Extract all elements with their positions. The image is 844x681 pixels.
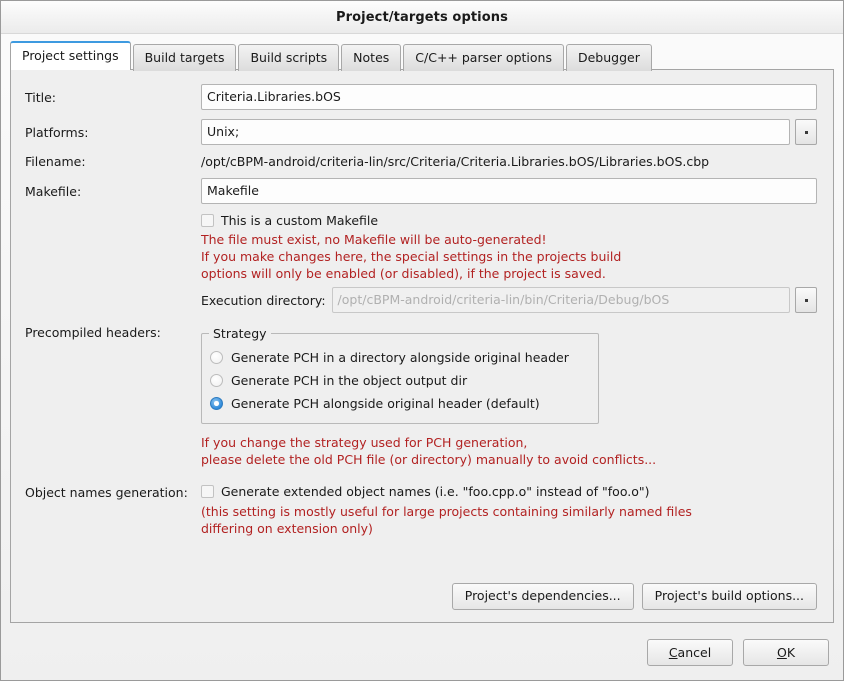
tab-build-scripts[interactable]: Build scripts — [238, 44, 340, 71]
makefile-label: Makefile: — [25, 183, 82, 199]
tab-cpp-parser-options[interactable]: C/C++ parser options — [403, 44, 564, 71]
strategy-option-label: Generate PCH alongside original header (… — [231, 396, 540, 411]
makefile-warning-line-3: options will only be enabled (or disable… — [201, 266, 606, 281]
custom-makefile-label: This is a custom Makefile — [221, 213, 379, 228]
strategy-option-label: Generate PCH in the object output dir — [231, 373, 468, 388]
object-names-checkbox-label: Generate extended object names (i.e. "fo… — [221, 484, 650, 499]
makefile-row: Makefile: Makefile — [25, 178, 817, 204]
platforms-row: Platforms: Unix; — [25, 119, 817, 145]
cancel-mnemonic: C — [668, 644, 678, 660]
tab-debugger[interactable]: Debugger — [565, 44, 652, 71]
object-names-checkbox[interactable] — [201, 485, 214, 498]
radio-button[interactable] — [210, 374, 223, 387]
pch-warning-line-2: please delete the old PCH file (or direc… — [201, 452, 657, 467]
radio-button[interactable] — [210, 351, 223, 364]
tab-build-targets[interactable]: Build targets — [132, 44, 237, 71]
strategy-option-directory-alongside[interactable]: Generate PCH in a directory alongside or… — [210, 346, 588, 369]
tab-label: C/C++ parser options — [415, 50, 552, 65]
dialog-footer: Cancel OK — [1, 624, 843, 680]
object-names-checkbox-row[interactable]: Generate extended object names (i.e. "fo… — [201, 484, 817, 499]
execution-directory-row: Execution directory: /opt/cBPM-android/c… — [201, 287, 817, 313]
project-build-options-button[interactable]: Project's build options... — [641, 583, 817, 610]
object-names-note-line-1: (this setting is mostly useful for large… — [201, 504, 692, 519]
strategy-option-label: Generate PCH in a directory alongside or… — [231, 350, 569, 365]
title-input[interactable]: Criteria.Libraries.bOS — [201, 84, 817, 110]
tab-label: Project settings — [22, 48, 119, 63]
tab-project-settings[interactable]: Project settings — [10, 41, 131, 70]
ok-mnemonic: O — [776, 644, 787, 660]
dialog-title: Project/targets options — [336, 9, 508, 25]
makefile-warning-line-2: If you make changes here, the special se… — [201, 249, 622, 264]
strategy-option-object-output-dir[interactable]: Generate PCH in the object output dir — [210, 369, 588, 392]
tab-label: Build targets — [144, 50, 225, 65]
panel-action-buttons: Project's dependencies... Project's buil… — [25, 583, 817, 612]
platforms-input[interactable]: Unix; — [201, 119, 790, 145]
platforms-label: Platforms: — [25, 124, 89, 140]
object-names-area: Generate extended object names (i.e. "fo… — [201, 484, 817, 537]
strategy-groupbox: Strategy Generate PCH in a directory alo… — [201, 326, 599, 424]
ok-label-rest: K — [786, 644, 796, 660]
makefile-input[interactable]: Makefile — [201, 178, 817, 204]
precompiled-headers-label: Precompiled headers: — [25, 325, 161, 340]
title-row: Title: Criteria.Libraries.bOS — [25, 84, 817, 110]
object-names-note-line-2: differing on extension only) — [201, 521, 373, 536]
tab-label: Build scripts — [250, 50, 328, 65]
makefile-options-group: This is a custom Makefile The file must … — [201, 213, 817, 313]
tab-label: Debugger — [577, 50, 640, 65]
tab-notes[interactable]: Notes — [341, 44, 402, 71]
tab-bar: Project settings Build targets Build scr… — [1, 34, 843, 71]
execution-directory-input[interactable]: /opt/cBPM-android/criteria-lin/bin/Crite… — [331, 287, 790, 313]
execution-directory-label: Execution directory: — [201, 292, 326, 308]
execution-directory-browse-button[interactable] — [795, 287, 817, 313]
ellipsis-icon — [804, 130, 808, 134]
precompiled-headers-row: Precompiled headers: Strategy Generate P… — [25, 321, 817, 468]
cancel-label-rest: ancel — [677, 644, 712, 660]
dialog-titlebar: Project/targets options — [1, 1, 843, 34]
radio-button-selected[interactable] — [210, 397, 223, 410]
project-settings-panel: Title: Criteria.Libraries.bOS Platforms:… — [10, 69, 834, 623]
object-names-label: Object names generation: — [25, 485, 188, 500]
custom-makefile-checkbox[interactable] — [201, 214, 214, 227]
cancel-button[interactable]: Cancel — [647, 638, 733, 666]
platforms-browse-button[interactable] — [795, 119, 817, 145]
ellipsis-icon — [804, 298, 808, 302]
makefile-warning-line-1: The file must exist, no Makefile will be… — [201, 232, 547, 247]
tab-label: Notes — [353, 50, 390, 65]
custom-makefile-row[interactable]: This is a custom Makefile — [201, 213, 817, 228]
strategy-option-alongside-default[interactable]: Generate PCH alongside original header (… — [210, 392, 588, 415]
filename-value: /opt/cBPM-android/criteria-lin/src/Crite… — [201, 154, 710, 169]
pch-warning-line-1: If you change the strategy used for PCH … — [201, 435, 528, 450]
ok-button[interactable]: OK — [743, 638, 829, 666]
filename-row: Filename: /opt/cBPM-android/criteria-lin… — [25, 154, 817, 169]
filename-label: Filename: — [25, 154, 86, 169]
project-dependencies-button[interactable]: Project's dependencies... — [451, 583, 634, 610]
object-names-row: Object names generation: Generate extend… — [25, 484, 817, 537]
strategy-group-title: Strategy — [209, 326, 271, 341]
title-label: Title: — [25, 89, 56, 105]
strategy-area: Strategy Generate PCH in a directory alo… — [201, 321, 817, 468]
project-targets-options-dialog: Project/targets options Project settings… — [0, 0, 844, 681]
